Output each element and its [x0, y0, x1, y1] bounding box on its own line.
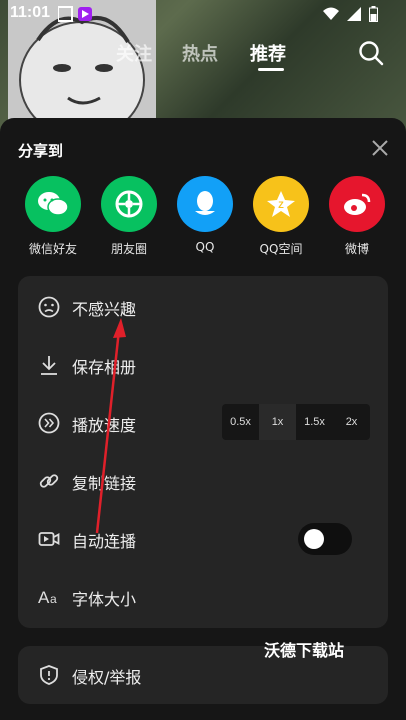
option-label: 保存相册 [72, 358, 137, 377]
share-qzone[interactable]: Z QQ空间 [246, 176, 316, 257]
weibo-icon [329, 176, 385, 232]
share-moments[interactable]: 朋友圈 [94, 176, 164, 257]
video-camera-icon [38, 528, 60, 550]
option-copy-link[interactable]: 复制链接 [18, 452, 388, 510]
share-label: 微信好友 [28, 242, 77, 256]
link-icon [38, 470, 60, 492]
options-card: 不感兴趣 保存相册 播放速度 0.5x 1x 1.5x 2x 复制链接 自动连播… [18, 276, 388, 628]
share-label: 朋友圈 [110, 242, 147, 256]
search-icon[interactable] [358, 40, 384, 70]
close-icon[interactable] [372, 140, 388, 160]
status-time: 11:01 [10, 4, 51, 21]
sheet-title: 分享到 [18, 142, 64, 160]
share-label: QQ [195, 240, 215, 254]
qzone-icon: Z [253, 176, 309, 232]
option-label: 字体大小 [72, 590, 137, 609]
share-label: QQ空间 [259, 242, 303, 256]
speed-option-1.5x[interactable]: 1.5x [296, 404, 333, 440]
share-sheet: 分享到 微信好友 朋友圈 QQ Z QQ空间 微博 不感兴趣 保存相册 播放速度… [0, 118, 406, 720]
share-targets: 微信好友 朋友圈 QQ Z QQ空间 微博 [0, 176, 406, 262]
toggle-knob [304, 529, 324, 549]
option-font-size[interactable]: Aa 字体大小 [18, 568, 388, 626]
font-size-icon: Aa [38, 586, 60, 608]
speed-option-2x[interactable]: 2x [333, 404, 370, 440]
sad-face-icon [38, 296, 60, 318]
qq-icon [177, 176, 233, 232]
download-icon [38, 354, 60, 376]
notification-icon [57, 5, 94, 27]
svg-text:Z: Z [278, 200, 284, 210]
battery-icon [369, 6, 378, 26]
option-label: 不感兴趣 [72, 300, 137, 319]
shield-icon [38, 664, 60, 686]
autoplay-toggle[interactable] [298, 523, 352, 555]
svg-text:a: a [50, 592, 57, 606]
svg-text:A: A [38, 588, 50, 607]
status-bar: 11:01 [0, 0, 406, 28]
tab-hot[interactable]: 热点 [182, 40, 218, 66]
top-nav: 关注 热点 推荐 [0, 40, 406, 71]
tab-follow[interactable]: 关注 [116, 40, 152, 66]
speed-selector: 0.5x 1x 1.5x 2x [222, 404, 370, 440]
tab-recommend[interactable]: 推荐 [250, 40, 286, 66]
share-weibo[interactable]: 微博 [322, 176, 392, 257]
signal-icon [347, 7, 361, 25]
option-label: 侵权/举报 [72, 668, 142, 687]
share-label: 微博 [344, 242, 369, 256]
share-wechat[interactable]: 微信好友 [18, 176, 88, 257]
option-label: 自动连播 [72, 532, 137, 551]
wechat-icon [25, 176, 81, 232]
speed-option-1x[interactable]: 1x [259, 404, 296, 440]
option-autoplay: 自动连播 [18, 510, 388, 568]
option-save-album[interactable]: 保存相册 [18, 336, 388, 394]
watermark: 沃德下载站 [264, 641, 345, 660]
share-qq[interactable]: QQ [170, 176, 240, 254]
fast-forward-icon [38, 412, 60, 434]
option-label: 复制链接 [72, 474, 137, 493]
option-playback-speed: 播放速度 0.5x 1x 1.5x 2x [18, 394, 388, 452]
wifi-icon [323, 7, 339, 25]
option-label: 播放速度 [72, 416, 137, 435]
option-not-interested[interactable]: 不感兴趣 [18, 278, 388, 336]
active-tab-indicator [258, 68, 284, 71]
moments-icon [101, 176, 157, 232]
speed-option-0.5x[interactable]: 0.5x [222, 404, 259, 440]
